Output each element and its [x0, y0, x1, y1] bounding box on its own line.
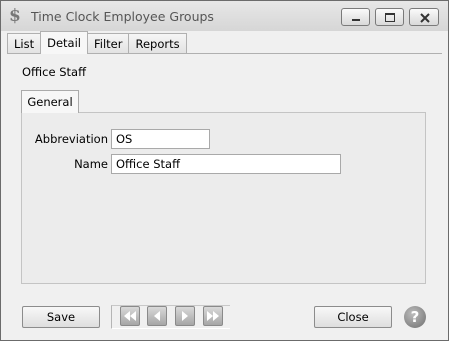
tab-reports[interactable]: Reports [128, 33, 187, 54]
previous-record-button[interactable] [147, 306, 167, 326]
last-record-icon [207, 311, 219, 321]
minimize-icon [352, 19, 360, 21]
first-record-icon [124, 311, 136, 321]
abbreviation-field[interactable] [111, 129, 210, 149]
tab-detail[interactable]: Detail [40, 31, 88, 54]
minimize-button[interactable] [341, 8, 370, 26]
save-button[interactable]: Save [22, 306, 100, 328]
help-icon[interactable]: ? [404, 306, 426, 328]
main-tabs: List Detail Filter Reports [7, 31, 187, 54]
close-button[interactable]: Close [314, 306, 392, 328]
app-window: $ Time Clock Employee Groups List Detail… [0, 0, 449, 341]
next-record-icon [182, 311, 188, 321]
next-record-button[interactable] [175, 306, 195, 326]
maximize-button[interactable] [375, 8, 404, 26]
dollar-icon: $ [9, 6, 21, 26]
window-title: Time Clock Employee Groups [31, 9, 214, 24]
abbreviation-label: Abbreviation [34, 132, 108, 146]
close-window-button[interactable] [409, 8, 439, 26]
tab-list[interactable]: List [7, 33, 42, 54]
name-label: Name [74, 157, 108, 171]
maximize-icon [385, 13, 395, 22]
last-record-button[interactable] [203, 306, 223, 326]
name-field[interactable] [111, 154, 341, 174]
page-heading: Office Staff [22, 65, 87, 79]
tab-general[interactable]: General [21, 90, 79, 113]
first-record-button[interactable] [120, 306, 140, 326]
close-icon [420, 13, 430, 23]
title-bar[interactable]: $ Time Clock Employee Groups [1, 1, 448, 31]
previous-record-icon [154, 311, 160, 321]
tab-filter[interactable]: Filter [87, 33, 130, 54]
